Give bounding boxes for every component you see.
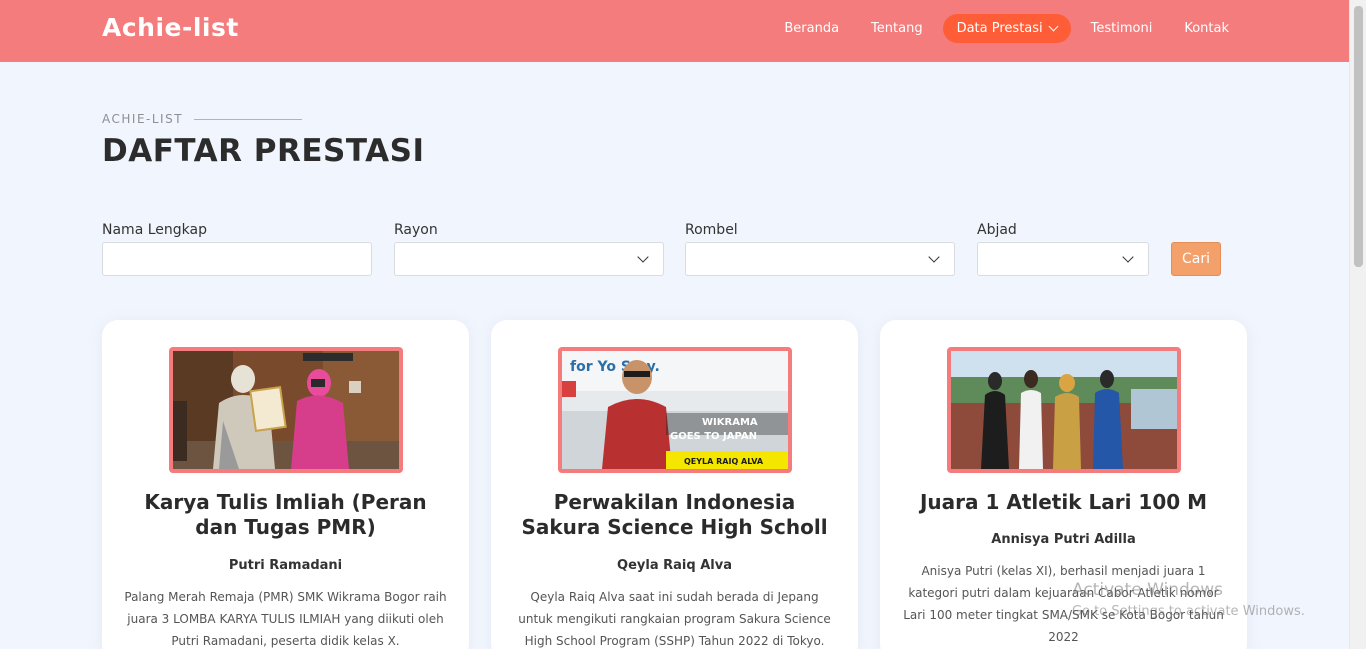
nama-input[interactable] (102, 242, 372, 276)
abjad-label: Abjad (977, 222, 1017, 238)
photo-text-banner1: WIKRAMA (702, 417, 758, 428)
rombel-label: Rombel (685, 222, 738, 238)
filter-nama: Nama Lengkap (102, 222, 372, 276)
student-in-japan-photo: for Yo Stay. WIKRAMA GOES TO JAPAN QEYLA… (562, 351, 788, 469)
chevron-down-icon (1048, 21, 1059, 32)
card-student-name: Putri Ramadani (228, 558, 343, 573)
nav-data-prestasi[interactable]: Data Prestasi (942, 14, 1071, 43)
search-button[interactable]: Cari (1171, 242, 1221, 276)
certificate-handover-photo (173, 351, 399, 469)
brand-logo[interactable]: Achie-list (102, 13, 239, 42)
photo-text-name-strip: QEYLA RAIQ ALVA (684, 457, 764, 466)
filter-abjad: Abjad (977, 222, 1149, 276)
page-title: DAFTAR PRESTASI (102, 133, 425, 169)
rayon-select[interactable] (394, 242, 664, 276)
activation-watermark-title: Activate Windows (1072, 580, 1223, 600)
section-kicker-label: ACHIE-LIST (102, 112, 184, 126)
abjad-select[interactable] (977, 242, 1149, 276)
nav-beranda[interactable]: Beranda (768, 14, 855, 43)
filter-rayon: Rayon (394, 222, 664, 276)
top-navbar: Achie-list Beranda Tentang Data Prestasi… (0, 0, 1349, 62)
chevron-down-icon (928, 251, 940, 263)
scrollbar-thumb[interactable] (1354, 6, 1363, 267)
card-title: Juara 1 Atletik Lari 100 M (919, 490, 1208, 514)
activation-watermark-subtitle: Go to Settings to activate Windows. (1072, 604, 1305, 619)
filter-rombel: Rombel (685, 222, 955, 276)
card-student-name: Qeyla Raiq Alva (617, 558, 732, 573)
chevron-down-icon (637, 251, 649, 263)
achievement-card[interactable]: Karya Tulis Imliah (Peran dan Tugas PMR)… (102, 320, 469, 649)
card-title: Karya Tulis Imliah (Peran dan Tugas PMR) (144, 490, 427, 539)
card-description: Palang Merah Remaja (PMR) SMK Wikrama Bo… (124, 590, 447, 648)
section-kicker: ACHIE-LIST (102, 112, 303, 126)
card-photo (947, 347, 1181, 473)
card-photo: for Yo Stay. WIKRAMA GOES TO JAPAN QEYLA… (558, 347, 792, 473)
chevron-down-icon (1122, 251, 1134, 263)
main-nav: Beranda Tentang Data Prestasi Testimoni … (768, 14, 1245, 43)
nav-tentang[interactable]: Tentang (855, 14, 939, 43)
page-scrollbar[interactable] (1349, 0, 1366, 649)
kicker-divider (194, 118, 303, 120)
nav-kontak[interactable]: Kontak (1168, 14, 1245, 43)
rombel-select[interactable] (685, 242, 955, 276)
card-description: Qeyla Raiq Alva saat ini sudah berada di… (518, 590, 831, 648)
card-photo (169, 347, 403, 473)
rayon-label: Rayon (394, 222, 438, 238)
photo-text-banner2: GOES TO JAPAN (670, 431, 757, 442)
card-title: Perwakilan Indonesia Sakura Science High… (521, 490, 828, 539)
nav-testimoni[interactable]: Testimoni (1075, 14, 1169, 43)
nama-label: Nama Lengkap (102, 222, 207, 238)
card-student-name: Annisya Putri Adilla (991, 532, 1136, 547)
achievement-card[interactable]: for Yo Stay. WIKRAMA GOES TO JAPAN QEYLA… (491, 320, 858, 649)
athletics-medal-photo (951, 351, 1177, 469)
nav-data-prestasi-label: Data Prestasi (956, 21, 1043, 36)
